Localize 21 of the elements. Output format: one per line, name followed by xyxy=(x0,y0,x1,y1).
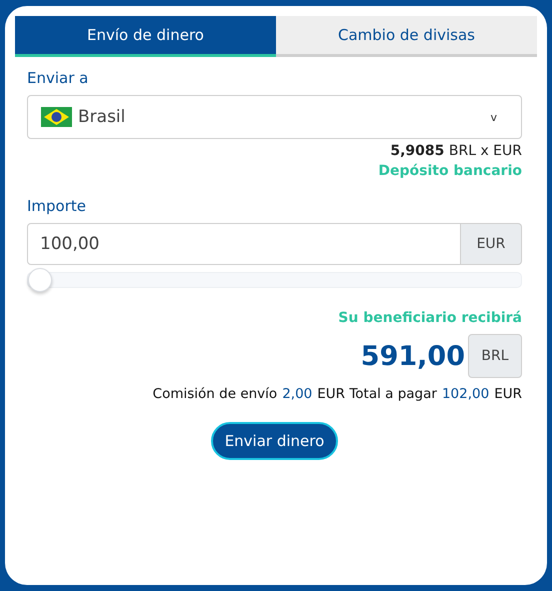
fee-text: EUR xyxy=(494,386,522,402)
receive-label: Su beneficiario recibirá xyxy=(338,310,522,326)
field-label: Enviar a xyxy=(27,69,90,87)
fee-text: Comisión de envío xyxy=(152,386,278,402)
receive-amount: 591,00 xyxy=(360,340,465,372)
fee-text: EUR Total a pagar xyxy=(317,386,437,402)
exchange-rate: 5,9085 BRL x EUR xyxy=(390,143,522,159)
currency-addon: EUR xyxy=(461,223,522,265)
delivery-method: Depósito bancario xyxy=(378,163,522,179)
fee-amount: 102,00 xyxy=(442,386,490,402)
field-label: Importe xyxy=(27,197,88,215)
tab[interactable]: Cambio de divisas xyxy=(276,16,537,57)
flag-icon xyxy=(41,107,72,127)
tab[interactable]: Envío de dinero xyxy=(15,16,276,57)
caret-icon: v xyxy=(490,110,497,124)
amount-input[interactable]: 100,00 xyxy=(27,223,461,265)
send-button[interactable]: Enviar dinero xyxy=(210,422,338,460)
country-select[interactable]: Brasil v xyxy=(27,95,522,139)
slider-thumb[interactable] xyxy=(28,268,52,292)
currency-addon: BRL xyxy=(468,334,522,378)
fee-amount: 2,00 xyxy=(282,386,312,402)
